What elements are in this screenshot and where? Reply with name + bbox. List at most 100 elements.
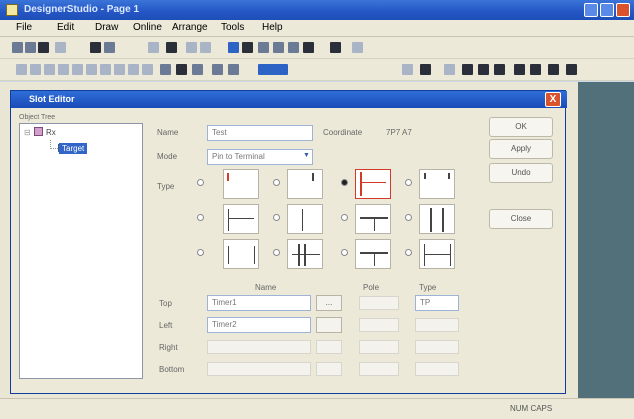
right-type-field[interactable] <box>415 340 459 354</box>
left-name-input[interactable]: Timer2 <box>207 317 311 333</box>
type-radio-4[interactable] <box>405 179 412 186</box>
bottom-browse-button[interactable] <box>316 362 342 376</box>
menu-draw[interactable]: Draw <box>95 22 118 33</box>
menu-tools[interactable]: Tools <box>221 22 244 33</box>
close-window-button[interactable] <box>616 3 630 17</box>
ok-button[interactable]: OK <box>489 117 553 137</box>
maximize-button[interactable] <box>600 3 614 17</box>
dialog-close-button[interactable]: X <box>545 92 561 107</box>
top-pole-field[interactable] <box>359 296 399 310</box>
menu-edit[interactable]: Edit <box>57 22 74 33</box>
tree-child-node-selected[interactable]: Target <box>59 143 88 154</box>
chevron-down-icon[interactable]: ▼ <box>303 152 310 159</box>
italic-icon[interactable] <box>420 64 431 75</box>
bold-icon[interactable] <box>402 64 413 75</box>
type-radio-8[interactable] <box>405 214 412 221</box>
rotate-icon[interactable] <box>566 64 577 75</box>
bottom-pole-field[interactable] <box>359 362 399 376</box>
group-icon[interactable] <box>258 42 269 53</box>
preview-icon[interactable] <box>104 42 115 53</box>
paste-icon[interactable] <box>200 42 211 53</box>
flip-icon[interactable] <box>548 64 559 75</box>
layer-icon[interactable] <box>288 42 299 53</box>
zoom-icon[interactable] <box>166 42 177 53</box>
minimize-button[interactable] <box>584 3 598 17</box>
color-icon[interactable] <box>444 64 455 75</box>
text-icon[interactable] <box>128 64 139 75</box>
type-radio-7[interactable] <box>341 214 348 221</box>
type-radio-1[interactable] <box>197 179 204 186</box>
slot-type-1[interactable] <box>223 169 259 199</box>
arc-icon[interactable] <box>86 64 97 75</box>
undo-icon[interactable] <box>148 42 159 53</box>
polyline-icon[interactable] <box>72 64 83 75</box>
tree-root-node[interactable]: Rx <box>46 128 56 137</box>
top-type-select[interactable]: TP <box>415 295 459 311</box>
ungroup-icon[interactable] <box>273 42 284 53</box>
lock-icon[interactable] <box>303 42 314 53</box>
top-browse-button[interactable]: ... <box>316 295 342 311</box>
alarm-icon[interactable] <box>228 64 239 75</box>
slot-type-10[interactable] <box>287 239 323 269</box>
type-radio-12[interactable] <box>405 249 412 256</box>
compile-icon[interactable] <box>330 42 341 53</box>
slot-type-2[interactable] <box>287 169 323 199</box>
align-left-icon[interactable] <box>462 64 473 75</box>
meter-icon[interactable] <box>192 64 203 75</box>
bottom-name-field[interactable] <box>207 362 311 376</box>
type-radio-9[interactable] <box>197 249 204 256</box>
font-selector-icon[interactable] <box>258 64 288 75</box>
save-icon[interactable] <box>38 42 49 53</box>
send-back-icon[interactable] <box>530 64 541 75</box>
new-file-icon[interactable] <box>12 42 23 53</box>
polygon-icon[interactable] <box>100 64 111 75</box>
menu-help[interactable]: Help <box>262 22 283 33</box>
type-radio-3[interactable] <box>341 179 348 186</box>
type-radio-11[interactable] <box>341 249 348 256</box>
menu-arrange[interactable]: Arrange <box>172 22 208 33</box>
type-radio-2[interactable] <box>273 179 280 186</box>
circle-icon[interactable] <box>58 64 69 75</box>
slot-type-11[interactable] <box>355 239 391 269</box>
right-browse-button[interactable] <box>316 340 342 354</box>
fill-icon[interactable] <box>114 64 125 75</box>
slot-type-12[interactable] <box>419 239 455 269</box>
copy-icon[interactable] <box>186 42 197 53</box>
slot-type-8[interactable] <box>419 204 455 234</box>
type-radio-10[interactable] <box>273 249 280 256</box>
menu-file[interactable]: File <box>16 22 32 33</box>
align-icon[interactable] <box>242 42 253 53</box>
type-radio-6[interactable] <box>273 214 280 221</box>
align-center-icon[interactable] <box>478 64 489 75</box>
mode-select[interactable]: Pin to Terminal <box>207 149 313 165</box>
close-button[interactable]: Close <box>489 209 553 229</box>
pointer-icon[interactable] <box>16 64 27 75</box>
expand-icon[interactable]: ⊟ <box>24 128 31 137</box>
cut-icon[interactable] <box>55 42 66 53</box>
slot-type-7[interactable] <box>355 204 391 234</box>
right-pole-field[interactable] <box>359 340 399 354</box>
rectangle-icon[interactable] <box>44 64 55 75</box>
apply-button[interactable]: Apply <box>489 139 553 159</box>
left-type-field[interactable] <box>415 318 459 332</box>
align-right-icon[interactable] <box>494 64 505 75</box>
left-pole-field[interactable] <box>359 318 399 332</box>
line-icon[interactable] <box>30 64 41 75</box>
slot-type-3-selected[interactable] <box>355 169 391 199</box>
bring-front-icon[interactable] <box>514 64 525 75</box>
help-icon[interactable] <box>352 42 363 53</box>
slot-type-6[interactable] <box>287 204 323 234</box>
undo-button[interactable]: Undo <box>489 163 553 183</box>
switch-icon[interactable] <box>176 64 187 75</box>
left-browse-button[interactable] <box>316 317 342 333</box>
top-name-input[interactable]: Timer1 <box>207 295 311 311</box>
open-file-icon[interactable] <box>25 42 36 53</box>
name-input[interactable]: Test <box>207 125 313 141</box>
menu-online[interactable]: Online <box>133 22 162 33</box>
object-tree[interactable]: ⊟ Rx <box>19 123 143 379</box>
slot-type-9[interactable] <box>223 239 259 269</box>
lamp-icon[interactable] <box>160 64 171 75</box>
bitmap-icon[interactable] <box>142 64 153 75</box>
type-radio-5[interactable] <box>197 214 204 221</box>
slot-type-5[interactable] <box>223 204 259 234</box>
